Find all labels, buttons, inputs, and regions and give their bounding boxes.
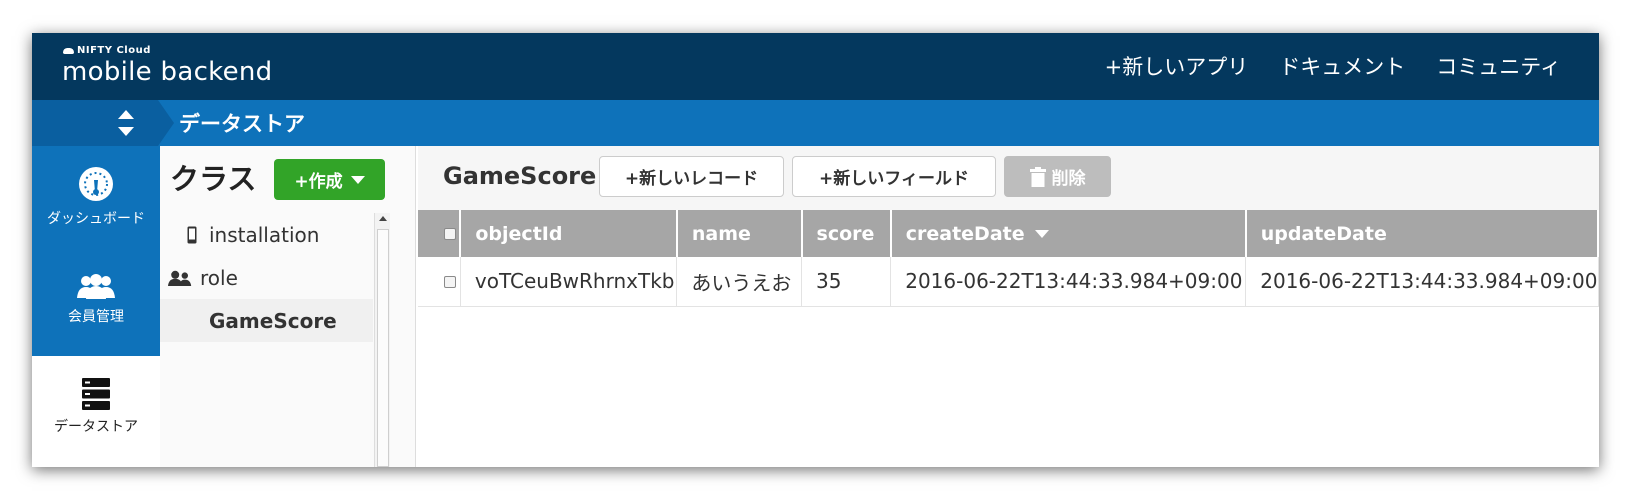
sidebar-item-label: ダッシュボード bbox=[47, 211, 145, 227]
cell-score[interactable]: 35 bbox=[801, 257, 892, 307]
class-item-gamescore[interactable]: GameScore bbox=[160, 299, 373, 342]
class-list-scrollbar[interactable] bbox=[374, 213, 390, 467]
logo-small: NIFTY Cloud bbox=[63, 45, 151, 56]
cell-createdate[interactable]: 2016-06-22T13:44:33.984+09:00 bbox=[890, 257, 1247, 307]
class-panel: クラス +作成 installation role GameScore bbox=[160, 146, 416, 467]
nav-new-app[interactable]: +新しいアプリ bbox=[1105, 51, 1249, 81]
sidebar-item-datastore[interactable]: データストア bbox=[32, 356, 160, 467]
cloud-icon bbox=[63, 47, 74, 54]
select-all-cell bbox=[418, 210, 462, 257]
column-header-score[interactable]: score bbox=[801, 210, 892, 257]
datastore-icon bbox=[82, 378, 110, 410]
page-title: GameScore bbox=[443, 162, 597, 190]
column-header-updatedate[interactable]: updateDate bbox=[1245, 210, 1599, 257]
create-class-button[interactable]: +作成 bbox=[274, 159, 385, 200]
section-title: データストア bbox=[179, 112, 305, 136]
delete-button[interactable]: 削除 bbox=[1004, 156, 1111, 197]
records-table: objectId name score createDate updateDat… bbox=[418, 210, 1599, 307]
logo[interactable]: mobile backend bbox=[62, 57, 273, 87]
class-panel-title: クラス bbox=[170, 162, 257, 196]
top-nav: +新しいアプリ ドキュメント コミュニティ bbox=[1105, 51, 1561, 81]
table-row[interactable]: voTCeuBwRhrnxTkb あいうえお 35 2016-06-22T13:… bbox=[418, 257, 1599, 307]
section-bar: データストア bbox=[32, 100, 1599, 146]
delete-label: 削除 bbox=[1051, 169, 1086, 189]
row-checkbox[interactable] bbox=[444, 276, 456, 289]
main-content: GameScore +新しいレコード +新しいフィールド 削除 objectId bbox=[418, 146, 1599, 467]
row-select-cell bbox=[418, 257, 461, 307]
caret-down-icon bbox=[350, 175, 365, 184]
class-list: installation role GameScore bbox=[160, 213, 373, 342]
app-window: NIFTY Cloud mobile backend +新しいアプリ ドキュメン… bbox=[32, 33, 1599, 467]
trash-icon bbox=[1029, 166, 1046, 187]
logo-small-text: NIFTY Cloud bbox=[77, 45, 151, 56]
cell-objectid[interactable]: voTCeuBwRhrnxTkb bbox=[460, 257, 678, 307]
column-header-createdate[interactable]: createDate bbox=[890, 210, 1247, 257]
toolbar: GameScore +新しいレコード +新しいフィールド 削除 bbox=[418, 146, 1599, 210]
mobile-icon bbox=[180, 226, 204, 244]
sidebar-item-label: 会員管理 bbox=[68, 309, 124, 325]
top-header: NIFTY Cloud mobile backend +新しいアプリ ドキュメン… bbox=[32, 33, 1599, 100]
app-switch-toggle[interactable] bbox=[32, 100, 174, 146]
class-item-label: role bbox=[200, 265, 238, 290]
sidebar-item-dashboard[interactable]: ダッシュボード bbox=[32, 166, 160, 248]
class-item-label: GameScore bbox=[209, 308, 337, 333]
sidebar: ダッシュボード 会員管理 データストア bbox=[32, 146, 160, 467]
class-item-role[interactable]: role bbox=[160, 256, 373, 299]
column-header-name[interactable]: name bbox=[676, 210, 803, 257]
column-header-objectid[interactable]: objectId bbox=[460, 210, 678, 257]
users-icon bbox=[77, 274, 115, 299]
role-icon bbox=[168, 268, 192, 288]
table-header-row: objectId name score createDate updateDat… bbox=[418, 210, 1599, 257]
nav-documents[interactable]: ドキュメント bbox=[1279, 51, 1405, 81]
sidebar-item-label: データストア bbox=[54, 419, 138, 435]
new-field-button[interactable]: +新しいフィールド bbox=[792, 156, 996, 197]
sidebar-item-users[interactable]: 会員管理 bbox=[32, 274, 160, 356]
toggle-arrow bbox=[158, 100, 174, 146]
nav-community[interactable]: コミュニティ bbox=[1436, 51, 1561, 81]
select-all-checkbox[interactable] bbox=[444, 227, 456, 240]
class-item-installation[interactable]: installation bbox=[160, 213, 373, 256]
scroll-up-icon[interactable] bbox=[379, 216, 387, 221]
column-header-label: createDate bbox=[905, 222, 1025, 245]
cell-updatedate[interactable]: 2016-06-22T13:44:33.984+09:00 bbox=[1245, 257, 1599, 307]
scroll-thumb[interactable] bbox=[377, 229, 389, 467]
new-record-button[interactable]: +新しいレコード bbox=[599, 156, 784, 197]
class-item-label: installation bbox=[209, 222, 320, 247]
cell-name[interactable]: あいうえお bbox=[676, 257, 803, 307]
dashboard-icon bbox=[79, 167, 113, 201]
create-label: +作成 bbox=[294, 172, 343, 192]
up-down-icon bbox=[118, 110, 134, 136]
sort-desc-icon bbox=[1034, 230, 1049, 238]
